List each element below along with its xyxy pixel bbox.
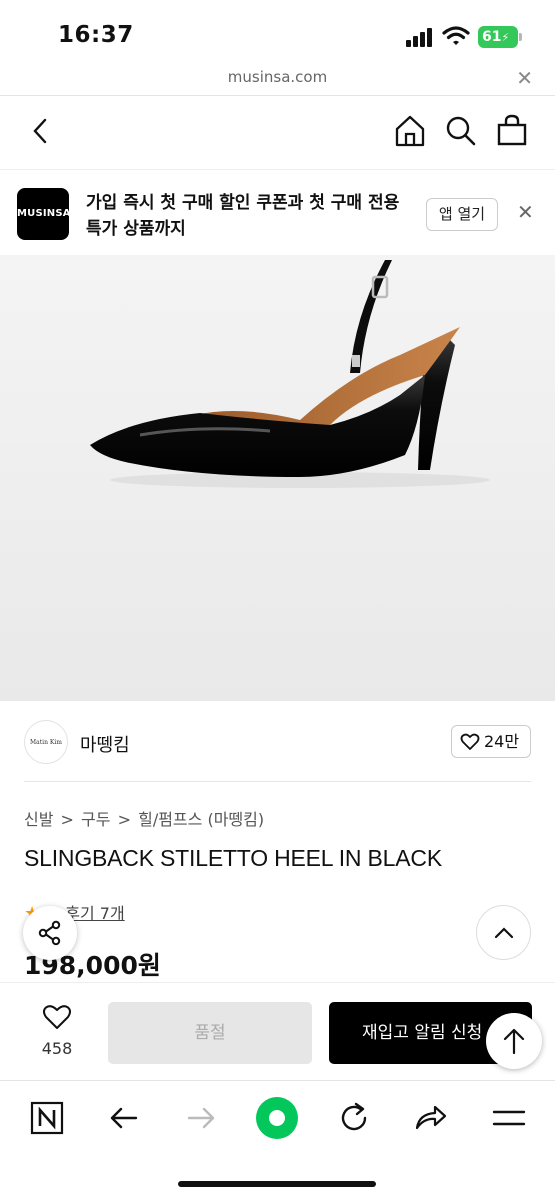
- heart-outline-icon: [43, 1005, 71, 1029]
- brand-like-button[interactable]: 24만: [451, 725, 531, 758]
- musinsa-logo: MUSINSA: [17, 188, 71, 240]
- close-icon[interactable]: ✕: [516, 66, 533, 90]
- wishlist-count: 458: [41, 1039, 73, 1058]
- breadcrumb-item-heels-pumps[interactable]: 힐/펌프스 (마뗑킴): [138, 810, 264, 829]
- chevron-up-icon: [494, 927, 514, 939]
- back-arrow-icon[interactable]: [104, 1098, 144, 1138]
- divider: [24, 781, 531, 782]
- collapse-button[interactable]: [476, 905, 531, 960]
- open-app-button[interactable]: 앱 열기: [426, 198, 498, 231]
- purchase-action-bar: 458 품절 재입고 알림 신청: [0, 982, 555, 1080]
- breadcrumb-item-shoes[interactable]: 신발: [24, 810, 53, 829]
- battery-level: 61: [482, 29, 502, 45]
- url-text[interactable]: musinsa.com: [0, 68, 555, 86]
- product-title: SLINGBACK STILETTO HEEL IN BLACK: [24, 845, 442, 871]
- green-dot-icon[interactable]: [255, 1096, 299, 1140]
- breadcrumb-separator: >: [60, 810, 74, 829]
- status-time: 16:37: [58, 22, 134, 48]
- share-icon[interactable]: [411, 1098, 451, 1138]
- app-install-banner: MUSINSA 가입 즉시 첫 구매 할인 쿠폰과 첫 구매 전용 특가 상품까…: [0, 170, 555, 255]
- naver-n-icon[interactable]: [27, 1098, 67, 1138]
- url-bar[interactable]: musinsa.com ✕: [0, 62, 555, 96]
- battery-icon: 61⚡: [478, 26, 522, 48]
- browser-toolbar: [0, 1080, 555, 1200]
- breadcrumb-item-dress-shoes[interactable]: 구두: [81, 810, 110, 829]
- bag-icon[interactable]: [495, 113, 529, 147]
- banner-close-icon[interactable]: ✕: [517, 200, 534, 224]
- brand-like-count: 24만: [484, 732, 520, 751]
- scroll-top-button[interactable]: [486, 1013, 542, 1069]
- brand-logo[interactable]: Matin Kim: [24, 720, 68, 764]
- soldout-button: 품절: [108, 1002, 312, 1064]
- cellular-signal-icon: [406, 28, 432, 47]
- breadcrumb: 신발 > 구두 > 힐/펌프스 (마뗑킴): [24, 806, 266, 830]
- heart-icon: [460, 733, 480, 750]
- brand-row: Matin Kim 마뗑킴 24만: [0, 701, 555, 781]
- brand-name[interactable]: 마뗑킴: [80, 731, 130, 757]
- share-nodes-icon: [38, 920, 61, 946]
- shoe-image: [90, 260, 490, 488]
- top-nav: [0, 96, 555, 170]
- product-image[interactable]: [0, 255, 555, 701]
- forward-arrow-icon[interactable]: [181, 1098, 221, 1138]
- wifi-icon: [442, 26, 470, 45]
- arrow-up-icon: [503, 1028, 525, 1055]
- share-button[interactable]: [23, 906, 77, 960]
- banner-message: 가입 즉시 첫 구매 할인 쿠폰과 첫 구매 전용 특가 상품까지: [86, 193, 400, 239]
- back-icon[interactable]: [28, 116, 52, 146]
- home-icon[interactable]: [393, 114, 427, 148]
- status-bar: 16:37 61⚡: [0, 0, 555, 62]
- wishlist-button[interactable]: 458: [34, 1003, 80, 1058]
- menu-icon[interactable]: [489, 1098, 529, 1138]
- reload-icon[interactable]: [334, 1098, 374, 1138]
- breadcrumb-separator: >: [117, 810, 131, 829]
- search-icon[interactable]: [444, 114, 478, 148]
- home-indicator: [178, 1181, 376, 1187]
